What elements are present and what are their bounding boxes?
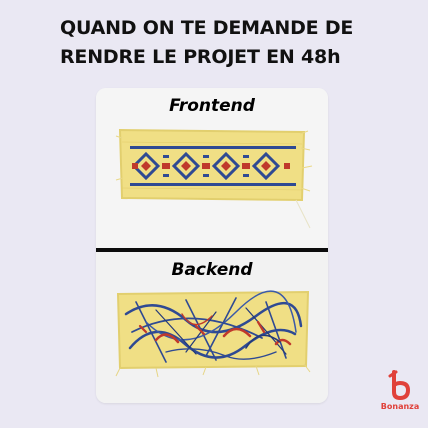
embroidery-photo-card: Frontend Backend: [96, 88, 328, 403]
messy-embroidery-back-image: [115, 290, 311, 378]
meme-title-line-1: QUAND ON TE DEMANDE DE: [60, 17, 354, 39]
bonanza-logo-text: Bonanza: [380, 402, 420, 411]
backend-panel: Backend: [96, 252, 328, 403]
frontend-panel: Frontend: [96, 88, 328, 248]
neat-embroidery-image: [115, 128, 313, 229]
meme-title-line-2: RENDRE LE PROJET EN 48h: [60, 46, 341, 68]
bonanza-logo: Bonanza: [380, 370, 420, 420]
bonanza-b-icon: [388, 370, 411, 400]
meme-title: QUAND ON TE DEMANDE DE RENDRE LE PROJET …: [60, 14, 390, 72]
